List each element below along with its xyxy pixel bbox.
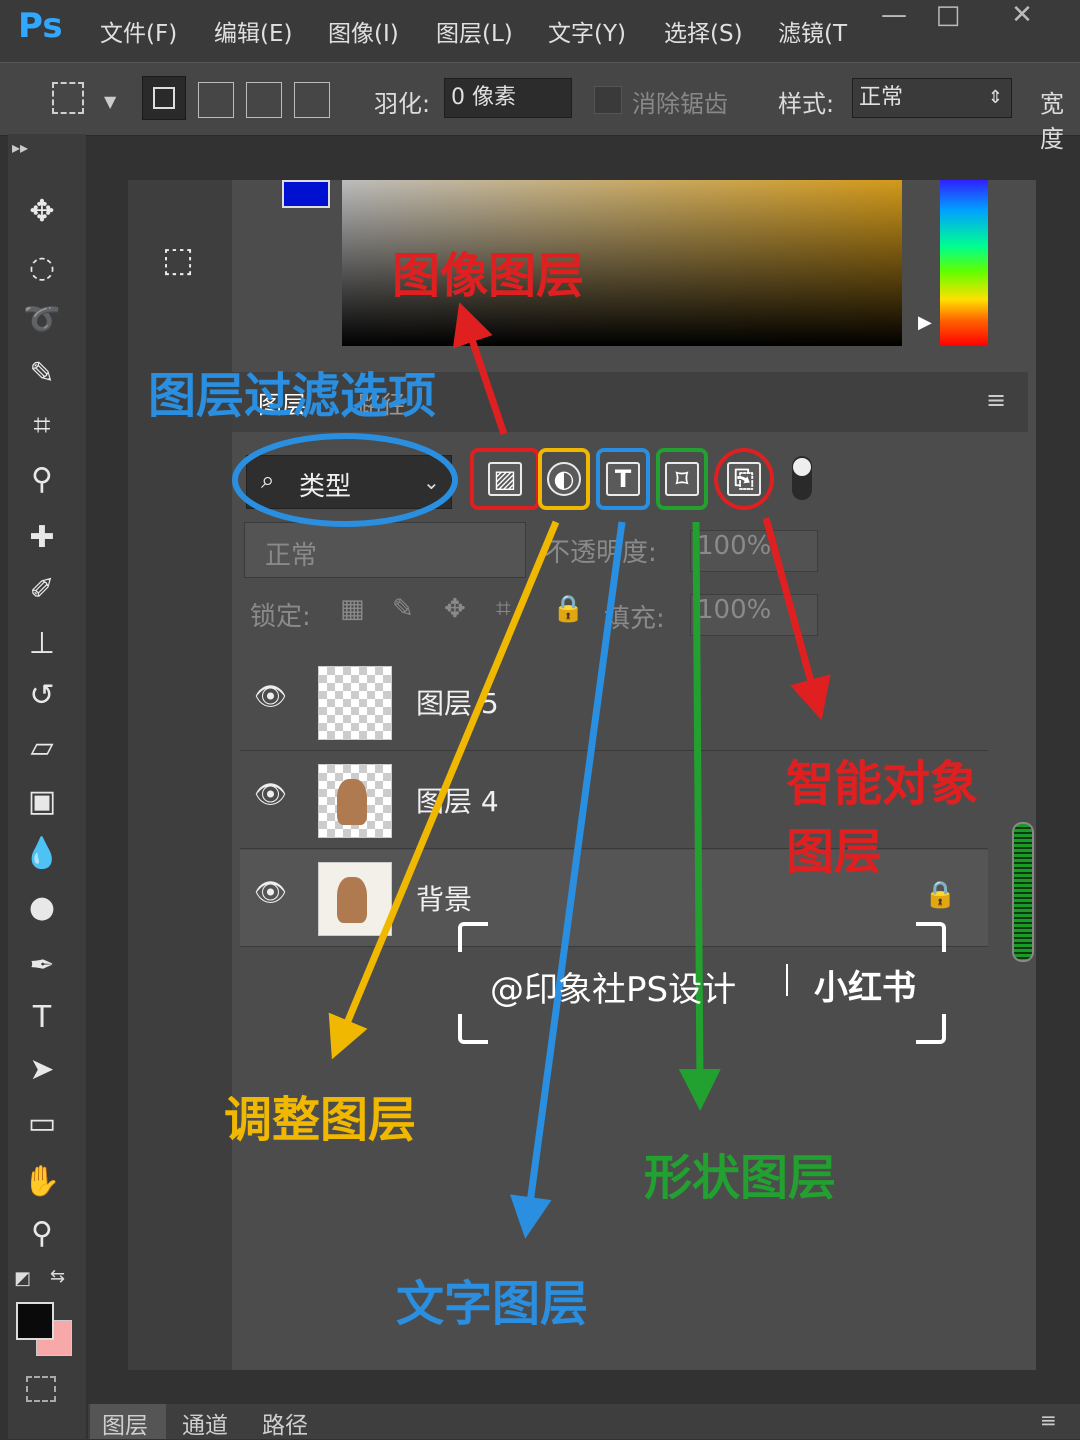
bottom-panel-tabs [88, 1404, 1080, 1439]
watermark-text: @印象社PS设计 [490, 970, 737, 1010]
panel-menu-icon[interactable]: ≡ [1040, 1408, 1057, 1432]
watermark-corner [458, 922, 488, 952]
bottom-tab-layers[interactable]: 图层 [102, 1406, 148, 1440]
watermark-corner [916, 1014, 946, 1044]
annotation-arrows [232, 302, 831, 1239]
type-layer-arrow [509, 521, 626, 1239]
watermark-corner [458, 1014, 488, 1044]
pixel-layer-annotation: 图像图层 [392, 248, 585, 304]
watermark-brand: 小红书 [814, 968, 916, 1008]
type-layer-annotation: 文字图层 [396, 1276, 589, 1332]
pixel-layer-arrow [452, 302, 508, 436]
smart-object-annotation-2: 图层 [786, 824, 883, 880]
smart-object-annotation-1: 智能对象 [786, 756, 979, 812]
bottom-tab-channels[interactable]: 通道 [182, 1406, 228, 1440]
smart-object-arrow [762, 517, 831, 721]
filter-select-highlight [232, 433, 458, 527]
adjustment-layer-annotation: 调整图层 [224, 1092, 417, 1148]
shape-layer-annotation: 形状图层 [644, 1150, 837, 1206]
watermark-divider [786, 964, 788, 996]
watermark-corner [916, 922, 946, 952]
bottom-tab-paths[interactable]: 路径 [262, 1406, 308, 1440]
filter-options-annotation: 图层过滤选项 [148, 368, 437, 424]
